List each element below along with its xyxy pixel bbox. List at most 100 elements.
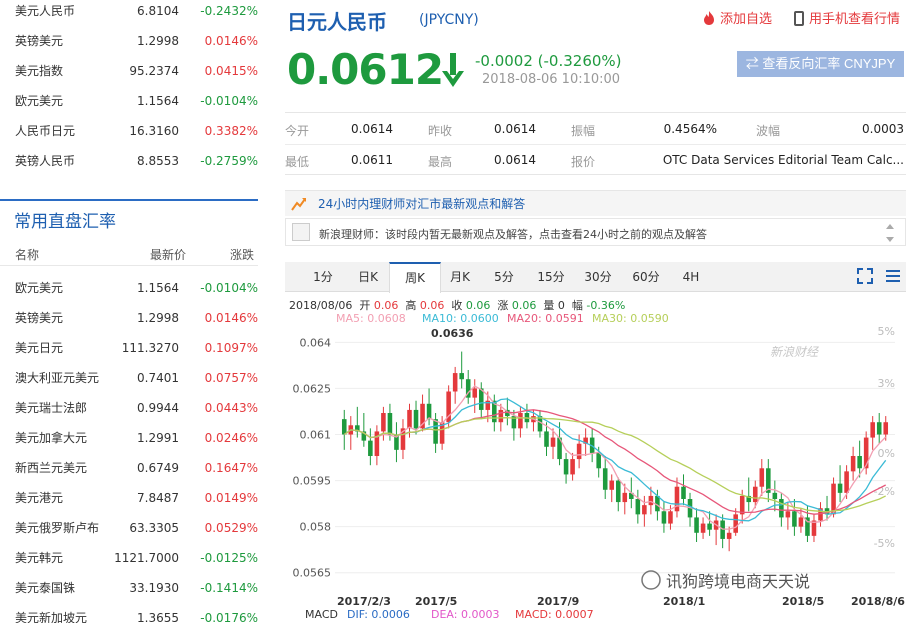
analyst-comment[interactable]: 新浪理财师：该时段内暂无最新观点及解答，点击查看24小时之前的观点及解答: [285, 218, 906, 246]
rate-name[interactable]: 新西兰元美元: [15, 457, 87, 479]
candle-body: [550, 437, 556, 447]
macd-dif: DIF: 0.0006: [347, 608, 410, 621]
tab-period[interactable]: 30分: [577, 262, 619, 292]
candle-body: [648, 495, 654, 506]
candle-body: [674, 486, 680, 512]
analyst-notice-bar[interactable]: 24小时内理财师对汇市最新观点和解答: [285, 190, 906, 216]
tab-period[interactable]: 月K: [441, 262, 479, 292]
open-value: 0.0614: [351, 122, 393, 136]
stats-divider: [285, 144, 906, 145]
rate-row[interactable]: 美元日元 111.3270 0.1097%: [0, 337, 262, 367]
rate-row[interactable]: 美元新加坡元 1.3655 -0.0176%: [0, 607, 262, 623]
candle-close-label: 收: [451, 299, 463, 312]
rate-name[interactable]: 美元加拿大元: [15, 427, 87, 449]
menu-icon[interactable]: [885, 268, 901, 284]
rate-name[interactable]: 美元泰国铢: [15, 577, 75, 599]
rate-row[interactable]: 美元俄罗斯卢布 63.3305 0.0529%: [0, 517, 262, 547]
rate-name[interactable]: 美元瑞士法郎: [15, 397, 87, 419]
rate-price: 8.8553: [137, 154, 179, 168]
rate-price: 1121.7000: [114, 551, 179, 565]
rate-change: 0.0443%: [204, 401, 258, 415]
pct-tick-label: 3%: [878, 377, 895, 390]
tab-period[interactable]: 5分: [489, 262, 519, 292]
pct-tick-label: 0%: [878, 447, 895, 460]
rate-name[interactable]: 美元韩元: [15, 547, 63, 569]
wave-label: 波幅: [756, 124, 781, 138]
tab-period[interactable]: 15分: [531, 262, 571, 292]
rate-row[interactable]: 欧元美元 1.1564 -0.0104%: [0, 277, 262, 307]
candle-body: [700, 523, 706, 533]
rate-name[interactable]: 英镑美元: [15, 307, 63, 329]
rate-row[interactable]: 美元泰国铢 33.1930 -0.1414%: [0, 577, 262, 607]
left-panel: 美元人民币 6.8104 -0.2432% 英镑美元 1.2998 0.0146% 美元指数…: [0, 0, 262, 623]
rate-name[interactable]: 美元日元: [15, 337, 63, 359]
rate-row[interactable]: 美元指数 95.2374 0.0415%: [0, 60, 262, 90]
rate-row[interactable]: 澳大利亚元美元 0.7401 0.0757%: [0, 367, 262, 397]
page-title: 日元人民币: [287, 10, 387, 34]
avatar: [292, 223, 310, 241]
rate-row[interactable]: 新西兰元美元 0.6749 0.1647%: [0, 457, 262, 487]
rate-change: 0.0415%: [204, 64, 258, 78]
rate-price: 1.1564: [137, 281, 179, 295]
mobile-view-link[interactable]: 用手机查看行情: [794, 8, 900, 27]
tab-period[interactable]: 4H: [677, 262, 705, 292]
rate-name[interactable]: 美元新加坡元: [15, 607, 87, 623]
tab-period[interactable]: 1分: [305, 262, 341, 292]
stats-panel: 今开 0.0614 昨收 0.0614 振幅 0.4564% 波幅 0.0003…: [285, 112, 906, 175]
top-rates-list: 美元人民币 6.8104 -0.2432% 英镑美元 1.2998 0.0146% 美元指数…: [0, 0, 262, 180]
x-tick-label: 2018/5: [782, 595, 824, 608]
tab-period[interactable]: 周K: [389, 262, 441, 293]
rate-name[interactable]: 美元港元: [15, 487, 63, 509]
rate-price: 111.3270: [121, 341, 179, 355]
rate-price: 1.2998: [137, 311, 179, 325]
fullscreen-icon[interactable]: [857, 268, 873, 284]
scroll-arrows-icon[interactable]: [885, 221, 895, 245]
add-watchlist-button[interactable]: 添加自选: [702, 8, 772, 27]
kline-chart[interactable]: 0.064 0.0625 0.061 0.0595 0.058 0.0565 5% 3% 0% -…: [285, 327, 906, 623]
rate-name[interactable]: 英镑美元: [15, 30, 63, 52]
rate-change: -0.0125%: [200, 551, 258, 565]
ma30-legend: MA30: 0.0590: [592, 312, 669, 325]
high-label: 最高: [428, 155, 453, 169]
rate-name[interactable]: 澳大利亚元美元: [15, 367, 99, 389]
y-tick-label: 0.0625: [293, 382, 332, 395]
rate-name[interactable]: 美元指数: [15, 60, 63, 82]
rate-row[interactable]: 美元韩元 1121.7000 -0.0125%: [0, 547, 262, 577]
wechat-icon: [641, 570, 661, 590]
rate-change: 0.0529%: [204, 521, 258, 535]
rate-change: 0.0146%: [204, 34, 258, 48]
candle-body: [433, 419, 438, 444]
candle-body: [602, 468, 608, 490]
rate-name[interactable]: 美元俄罗斯卢布: [15, 517, 99, 539]
rate-name[interactable]: 英镑人民币: [15, 150, 75, 172]
reverse-rate-button[interactable]: ⇄ 查看反向汇率 CNYJPY: [737, 51, 904, 77]
candle-body: [883, 422, 889, 435]
rate-name[interactable]: 欧元美元: [15, 277, 63, 299]
candle-body: [707, 523, 712, 530]
candle-chg: 0.06: [511, 299, 537, 312]
rate-row[interactable]: 英镑美元 1.2998 0.0146%: [0, 307, 262, 337]
current-price: 0.0612: [287, 45, 444, 94]
rate-row[interactable]: 欧元美元 1.1564 -0.0104%: [0, 90, 262, 120]
ma10-legend: MA10: 0.0600: [422, 312, 499, 325]
candle-body: [407, 409, 412, 429]
tab-period[interactable]: 日K: [349, 262, 387, 292]
rate-row[interactable]: 美元港元 7.8487 0.0149%: [0, 487, 262, 517]
rate-row[interactable]: 英镑美元 1.2998 0.0146%: [0, 30, 262, 60]
rate-name[interactable]: 美元人民币: [15, 0, 75, 22]
rate-row[interactable]: 美元加拿大元 1.2991 0.0246%: [0, 427, 262, 457]
rate-row[interactable]: 人民币日元 16.3160 0.3382%: [0, 120, 262, 150]
common-rates-list: 欧元美元 1.1564 -0.0104% 英镑美元 1.2998 0.0146% 美元日元 1…: [0, 277, 262, 623]
high-value: 0.0614: [494, 153, 536, 167]
flame-icon: [704, 11, 714, 25]
rate-row[interactable]: 美元瑞士法郎 0.9944 0.0443%: [0, 397, 262, 427]
rate-name[interactable]: 欧元美元: [15, 90, 63, 112]
phone-icon: [794, 11, 804, 26]
tab-period[interactable]: 60分: [626, 262, 666, 292]
candle-date: 2018/08/06: [289, 299, 353, 312]
pct-tick-label: 5%: [878, 327, 895, 338]
rate-name[interactable]: 人民币日元: [15, 120, 75, 142]
rate-row[interactable]: 美元人民币 6.8104 -0.2432%: [0, 0, 262, 30]
rate-row[interactable]: 英镑人民币 8.8553 -0.2759%: [0, 150, 262, 180]
candle-body: [850, 456, 856, 472]
